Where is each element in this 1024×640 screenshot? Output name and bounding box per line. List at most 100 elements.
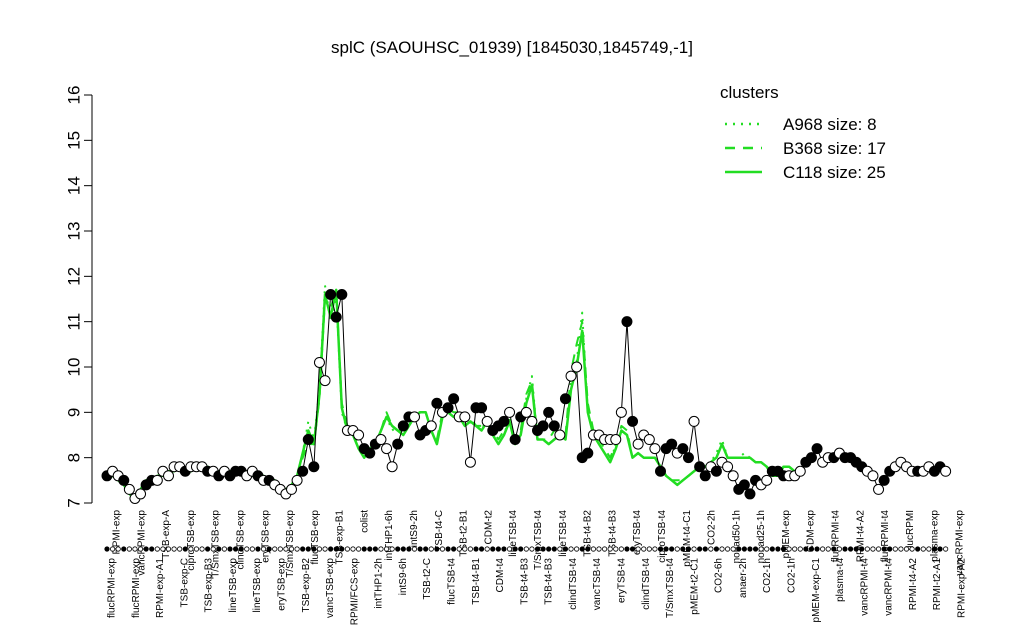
data-point — [682, 452, 694, 464]
rug-mark — [931, 546, 938, 552]
rug-mark — [232, 546, 239, 552]
rug-mark — [294, 546, 300, 552]
rug-mark — [417, 546, 423, 552]
data-point — [459, 411, 471, 423]
data-point — [476, 402, 488, 414]
rug-marks — [104, 546, 949, 552]
rug-mark — [266, 546, 272, 552]
data-point — [632, 438, 644, 450]
bottom-tick-label: TSB-t4-B3 — [544, 558, 555, 605]
rug-mark — [439, 546, 446, 552]
rug-mark — [132, 546, 138, 552]
data-point — [381, 443, 393, 455]
rug-mark — [618, 546, 624, 552]
y-tick-label: 16 — [65, 86, 84, 105]
rug-mark — [708, 546, 714, 552]
data-point — [655, 465, 666, 477]
data-point — [627, 415, 639, 427]
data-point — [397, 420, 409, 432]
rug-mark — [456, 546, 462, 552]
top-tick-label: flucRPMI-t4 — [880, 510, 891, 563]
bottom-tick-label: flucRPMI-exp — [107, 558, 118, 618]
bottom-tick-label: RPMI/FCS-exp — [349, 558, 360, 626]
bottom-tick-label: T/SmxTSB-t4 — [665, 558, 676, 618]
rug-mark — [875, 546, 882, 552]
rug-mark — [512, 546, 518, 552]
bottom-tick-label: pMEM-t2-C1 — [689, 558, 700, 615]
data-point — [559, 393, 571, 405]
data-point — [302, 434, 314, 446]
rug-mark — [316, 546, 323, 552]
rug-mark — [506, 546, 513, 552]
rug-mark — [355, 546, 362, 552]
rug-mark — [702, 546, 708, 552]
data-point — [448, 393, 460, 405]
rug-mark — [713, 546, 720, 552]
rug-mark — [814, 546, 820, 552]
data-points — [101, 288, 952, 504]
rug-mark — [909, 546, 915, 552]
rug-mark — [428, 546, 434, 552]
rug-mark — [786, 546, 792, 552]
top-tick-label: TSB-t4-C — [434, 510, 445, 552]
rug-mark — [383, 546, 390, 552]
rug-mark — [361, 546, 367, 552]
rug-mark — [724, 546, 731, 552]
rug-mark — [378, 546, 384, 552]
rug-mark — [501, 546, 507, 552]
expression-chart: splC (SAOUHSC_01939) [1845030,1845749,-1… — [65, 38, 968, 626]
data-point — [565, 370, 577, 382]
rug-mark — [121, 546, 127, 552]
rug-mark — [836, 546, 843, 552]
data-point — [123, 483, 135, 495]
data-point — [520, 406, 532, 418]
top-tick-label: TSB-exp-B1 — [335, 510, 346, 565]
rug-mark — [657, 546, 664, 552]
data-point — [940, 465, 952, 477]
data-point — [526, 415, 538, 427]
rug-mark — [395, 546, 401, 552]
rug-mark — [434, 546, 440, 552]
bottom-tick-label: CO2-1h — [762, 558, 773, 593]
rug-mark — [697, 546, 703, 552]
data-point — [409, 411, 420, 423]
bottom-tick-label: vancTSB-exp — [325, 558, 336, 618]
rug-mark — [685, 546, 692, 552]
y-tick-label: 9 — [65, 408, 84, 417]
rug-mark — [462, 546, 468, 552]
rug-mark — [205, 546, 211, 552]
y-tick-label: 14 — [65, 176, 84, 195]
y-tick-label: 7 — [65, 498, 84, 507]
rug-mark — [870, 546, 876, 552]
y-tick-label: 13 — [65, 222, 84, 241]
rug-mark — [137, 546, 144, 552]
rug-mark — [305, 546, 311, 552]
rug-mark — [467, 546, 474, 552]
rug-mark — [540, 546, 546, 552]
top-tick-label: CDM-t2 — [483, 510, 494, 545]
rug-mark — [149, 546, 155, 552]
data-point — [666, 438, 678, 450]
rug-mark — [641, 546, 647, 552]
rug-mark — [534, 546, 541, 552]
top-tick-label: nonad50-1h — [731, 510, 742, 563]
data-point — [464, 456, 476, 468]
bottom-tick-label: CO2-6h — [714, 558, 725, 593]
bottom-tick-label: flucRPMI-exp — [131, 558, 142, 618]
rug-mark — [719, 546, 725, 552]
rug-mark — [367, 546, 373, 552]
rug-mark — [311, 546, 317, 552]
data-point — [621, 316, 633, 328]
rug-mark — [937, 546, 943, 552]
rug-mark — [244, 546, 250, 552]
rug-mark — [590, 546, 597, 552]
rug-mark — [411, 546, 418, 552]
rug-mark — [495, 546, 501, 552]
data-point — [811, 443, 823, 455]
data-point — [649, 443, 661, 455]
rug-mark — [445, 546, 451, 552]
data-point — [297, 465, 309, 477]
rug-mark — [758, 546, 764, 552]
rug-mark — [887, 546, 893, 552]
bottom-tick-label: vancTSB-t4 — [592, 558, 603, 611]
